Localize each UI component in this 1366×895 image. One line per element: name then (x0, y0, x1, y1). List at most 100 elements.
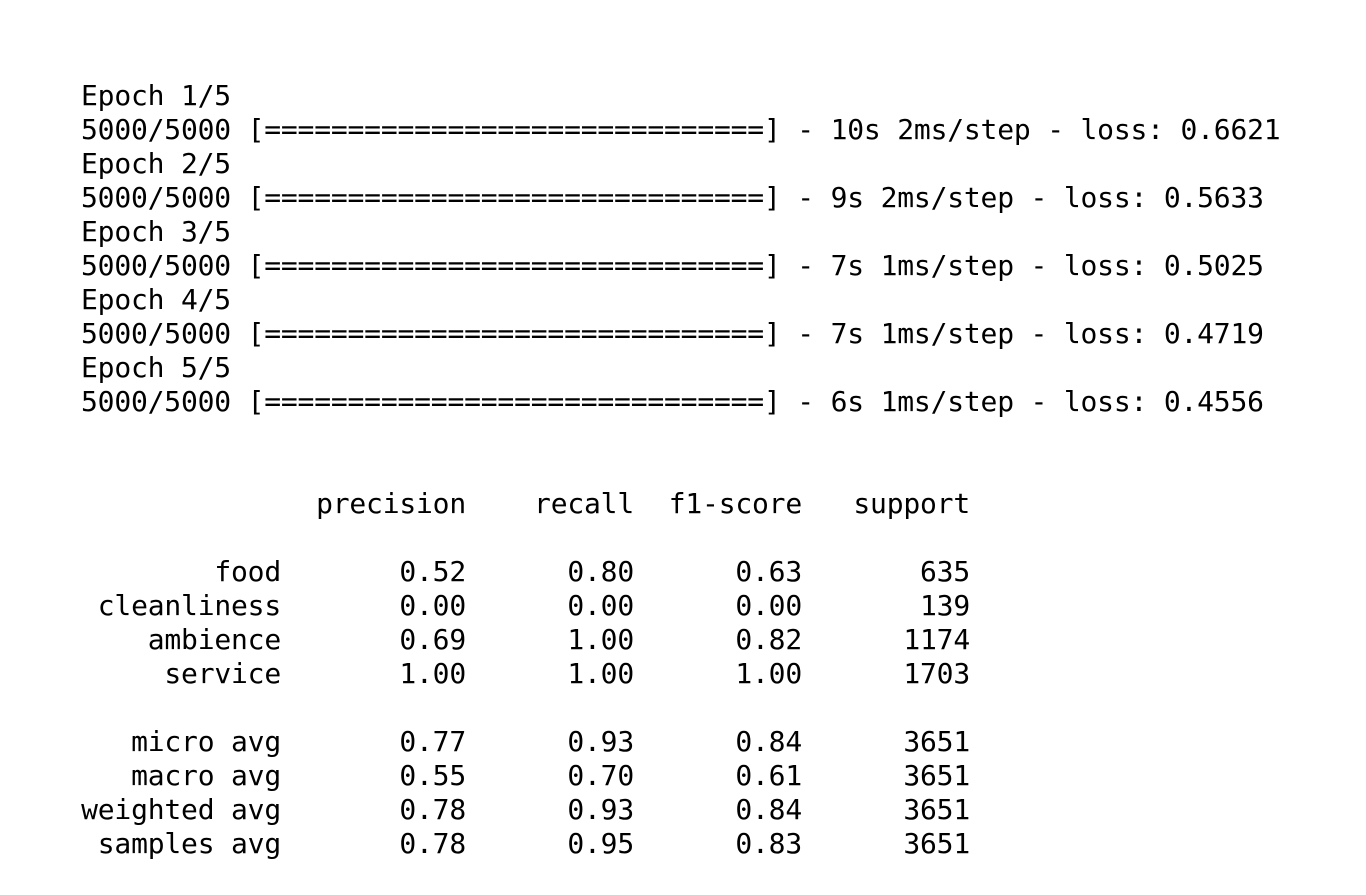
epoch-time: 7s (830, 317, 865, 350)
row-label: ambience (147, 623, 281, 656)
column-header: recall (534, 487, 634, 520)
loss-value: 0.5025 (1163, 249, 1264, 282)
time-per-step: 1ms/step (880, 385, 1014, 418)
loss-label: loss: (1063, 385, 1164, 418)
separator: - (1013, 385, 1064, 418)
column-header: precision (316, 487, 466, 520)
row-label: weighted avg (81, 793, 281, 826)
row-label: macro avg (131, 759, 281, 792)
metric-value: 0.55 (399, 759, 466, 792)
row-label: micro avg (131, 725, 281, 758)
loss-label: loss: (1063, 249, 1164, 282)
metric-value: 1.00 (567, 657, 634, 690)
metric-value: 1703 (903, 657, 970, 690)
metric-value: 0.00 (735, 589, 802, 622)
row-label: samples avg (97, 827, 281, 860)
separator: - (780, 385, 831, 418)
metric-value: 0.69 (399, 623, 466, 656)
metric-value: 1.00 (735, 657, 802, 690)
epoch-progress-line: 5000/5000 [=============================… (81, 249, 1280, 283)
separator: - (780, 249, 831, 282)
class-row: ambience 0.69 1.00 0.82 1174 (81, 623, 1280, 657)
progress-bar: 5000/5000 [=============================… (81, 385, 781, 418)
separator: - (780, 181, 831, 214)
average-row: weighted avg 0.78 0.93 0.84 3651 (81, 793, 1280, 827)
epoch-time: 10s (830, 113, 881, 146)
metric-value: 0.00 (567, 589, 634, 622)
metric-value: 0.77 (399, 725, 466, 758)
metric-value: 3651 (903, 759, 970, 792)
classification-report: precision recall f1-score support food 0.52 0.… (81, 487, 1280, 861)
time-per-step: 2ms/step (880, 181, 1014, 214)
metric-value: 0.93 (567, 725, 634, 758)
separator: - (780, 113, 831, 146)
epoch-header: Epoch 3/5 (81, 215, 231, 248)
row-label: food (214, 555, 281, 588)
metric-value: 0.00 (399, 589, 466, 622)
metric-value: 1174 (903, 623, 970, 656)
column-header: support (853, 487, 970, 520)
console-output: Epoch 1/5 5000/5000 [====================… (81, 11, 1281, 895)
loss-label: loss: (1063, 181, 1164, 214)
metric-value: 0.84 (735, 793, 802, 826)
metric-value: 0.93 (567, 793, 634, 826)
progress-bar: 5000/5000 [=============================… (81, 317, 781, 350)
separator: - (1013, 181, 1064, 214)
epoch-header: Epoch 2/5 (81, 147, 231, 180)
metric-value: 3651 (903, 725, 970, 758)
epoch-time: 6s (830, 385, 865, 418)
progress-bar: 5000/5000 [=============================… (81, 113, 781, 146)
metric-value: 0.83 (735, 827, 802, 860)
class-row: cleanliness 0.00 0.00 0.00 139 (81, 589, 1280, 623)
epoch-header: Epoch 4/5 (81, 283, 231, 316)
metric-value: 0.80 (567, 555, 634, 588)
training-log: Epoch 1/5 5000/5000 [====================… (81, 79, 1281, 419)
metric-value: 0.82 (735, 623, 802, 656)
epoch-time: 7s (830, 249, 865, 282)
epoch-progress-line: 5000/5000 [=============================… (81, 317, 1280, 351)
epoch-header: Epoch 5/5 (81, 351, 231, 384)
metric-value: 0.78 (399, 827, 466, 860)
epoch-time: 9s (830, 181, 865, 214)
metric-value: 139 (920, 589, 970, 622)
time-per-step: 1ms/step (880, 317, 1014, 350)
metric-value: 3651 (903, 793, 970, 826)
metric-value: 0.70 (567, 759, 634, 792)
progress-bar: 5000/5000 [=============================… (81, 249, 781, 282)
row-label: cleanliness (97, 589, 281, 622)
epoch-header: Epoch 1/5 (81, 79, 231, 112)
time-per-step: 1ms/step (880, 249, 1014, 282)
epoch-progress-line: 5000/5000 [=============================… (81, 385, 1280, 419)
average-row: samples avg 0.78 0.95 0.83 3651 (81, 827, 1280, 861)
metric-value: 1.00 (399, 657, 466, 690)
metric-value: 1.00 (567, 623, 634, 656)
loss-value: 0.4719 (1163, 317, 1264, 350)
average-row: macro avg 0.55 0.70 0.61 3651 (81, 759, 1280, 793)
average-row: micro avg 0.77 0.93 0.84 3651 (81, 725, 1280, 759)
class-row: service 1.00 1.00 1.00 1703 (81, 657, 1280, 691)
progress-bar: 5000/5000 [=============================… (81, 181, 781, 214)
metric-value: 0.52 (399, 555, 466, 588)
metric-value: 0.78 (399, 793, 466, 826)
report-header-row: precision recall f1-score support (81, 487, 1280, 521)
metric-value: 3651 (903, 827, 970, 860)
time-per-step: 2ms/step (897, 113, 1031, 146)
separator: - (780, 317, 831, 350)
separator: - (1013, 249, 1064, 282)
separator: - (1013, 317, 1064, 350)
epoch-progress-line: 5000/5000 [=============================… (81, 113, 1281, 147)
loss-value: 0.6621 (1180, 113, 1281, 146)
metric-value: 0.95 (567, 827, 634, 860)
separator: - (1030, 113, 1081, 146)
epoch-progress-line: 5000/5000 [=============================… (81, 181, 1280, 215)
loss-value: 0.5633 (1163, 181, 1264, 214)
metric-value: 0.61 (735, 759, 802, 792)
loss-value: 0.4556 (1163, 385, 1264, 418)
